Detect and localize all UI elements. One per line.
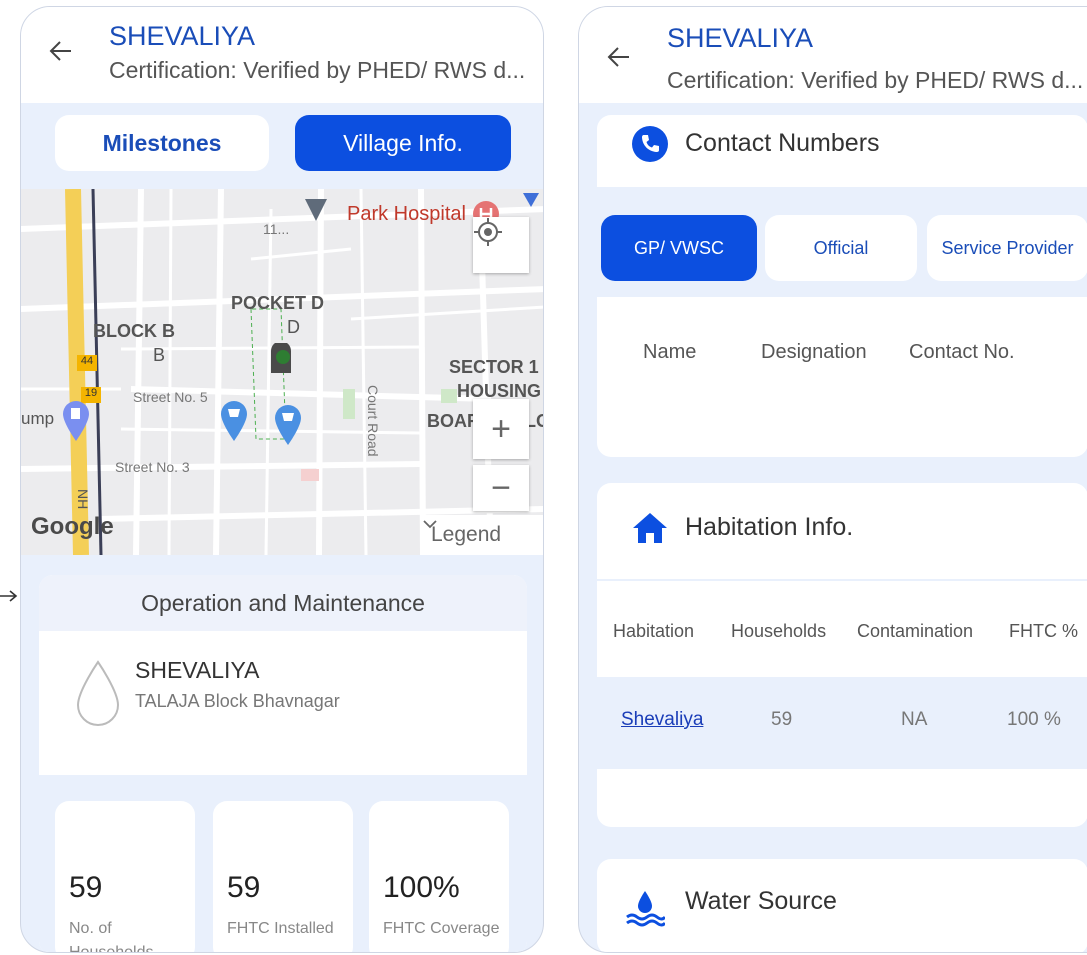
- chevron-down-icon: [423, 520, 437, 529]
- map-label-pocket-d: POCKET D: [231, 293, 325, 313]
- tab-milestones[interactable]: Milestones: [55, 115, 269, 171]
- tab-gp-vwsc[interactable]: GP/ VWSC: [601, 215, 757, 281]
- back-arrow-icon[interactable]: [47, 37, 75, 65]
- stat-fhtc-installed: 59 FHTC Installed: [213, 801, 353, 952]
- om-village-name: SHEVALIYA: [135, 657, 260, 683]
- hab-col-fhtc: FHTC %: [1009, 621, 1078, 641]
- water-source-title: Water Source: [685, 887, 837, 915]
- om-stats-row: 59 No. of Households 59 FHTC Installed 1…: [39, 775, 527, 953]
- hab-col-habitation: Habitation: [613, 621, 695, 641]
- stat-fhtc-coverage: 100% FHTC Coverage: [369, 801, 509, 952]
- shopping-pin-icon: [221, 401, 247, 441]
- page-title: SHEVALIYA: [109, 21, 256, 51]
- village-marker-icon: [271, 343, 291, 373]
- hab-fhtc-value: 100 %: [1007, 709, 1061, 730]
- certification-subtitle: Certification: Verified by PHED/ RWS d..…: [109, 57, 526, 83]
- operation-maintenance-card: Operation and Maintenance SHEVALIYA TALA…: [39, 575, 527, 953]
- route-badge-44: 44: [77, 355, 97, 371]
- app-header-right: SHEVALIYA Certification: Verified by PHE…: [579, 7, 1087, 103]
- stat-fhtc-coverage-label: FHTC Coverage: [383, 920, 500, 937]
- table-row: Shevaliya 59 NA 100 %: [597, 677, 1087, 769]
- map-label-street5: Street No. 5: [133, 389, 208, 405]
- water-source-icon: [626, 891, 665, 927]
- map-label-nh: NH: [75, 489, 91, 510]
- zoom-in-button[interactable]: +: [473, 399, 529, 459]
- map-label-ump: ump: [21, 409, 55, 428]
- home-icon: [633, 513, 667, 543]
- back-arrow-icon[interactable]: [605, 43, 633, 71]
- water-source-card: Water Source: [597, 859, 1087, 952]
- stat-fhtc-coverage-value: 100%: [383, 871, 460, 904]
- hab-households-value: 59: [771, 709, 793, 730]
- om-village-location: TALAJA Block Bhavnagar: [135, 691, 340, 711]
- village-map[interactable]: Park Hospital 11... POCKET D D BLOCK B B…: [21, 189, 543, 555]
- direction-pin-icon: [305, 199, 327, 221]
- app-header: SHEVALIYA Certification: Verified by PHE…: [21, 7, 543, 103]
- page-title-right: SHEVALIYA: [667, 23, 814, 53]
- zoom-out-button[interactable]: −: [473, 465, 529, 511]
- map-label-pocket-d-sub: D: [287, 317, 300, 337]
- contact-col-contact: Contact No.: [909, 341, 1015, 363]
- stat-households-value: 59: [69, 871, 103, 904]
- tab-village-info[interactable]: Village Info.: [295, 115, 511, 171]
- water-drop-icon: [76, 660, 120, 726]
- habitation-info-title: Habitation Info.: [685, 513, 854, 541]
- contact-col-name: Name: [643, 341, 697, 363]
- nav-arrow-icon: [523, 193, 539, 207]
- contact-numbers-card: Contact Numbers GP/ VWSC Official Servic…: [597, 115, 1087, 457]
- map-label-court-road: Court Road: [365, 385, 381, 457]
- hab-col-contamination: Contamination: [857, 621, 974, 641]
- stat-households: 59 No. of Households: [55, 801, 195, 953]
- map-label-street3: Street No. 3: [115, 459, 190, 475]
- certification-subtitle-right: Certification: Verified by PHED/ RWS d..…: [667, 67, 1084, 93]
- contact-col-designation: Designation: [761, 341, 867, 363]
- village-contacts-screen: SHEVALIYA Certification: Verified by PHE…: [578, 6, 1087, 953]
- tab-official[interactable]: Official: [765, 215, 917, 281]
- annotation-arrow-icon: [0, 590, 18, 602]
- shopping-pin-icon-2: [275, 405, 301, 445]
- hab-col-households: Households: [731, 621, 827, 641]
- stat-households-label: No. of Households: [69, 920, 154, 953]
- om-card-title: Operation and Maintenance: [39, 575, 527, 631]
- map-label-block-b-sub: B: [153, 345, 166, 365]
- hab-contamination-value: NA: [901, 709, 928, 730]
- legend-label: Legend: [431, 523, 502, 546]
- map-label-park-hospital: Park Hospital: [347, 203, 466, 225]
- phone-icon: [632, 126, 668, 162]
- map-label-11: 11...: [263, 221, 290, 237]
- map-label-block-b: BLOCK B: [93, 321, 175, 341]
- habitation-info-card: Habitation Info. Habitation Households C…: [597, 483, 1087, 827]
- village-info-screen: SHEVALIYA Certification: Verified by PHE…: [20, 6, 544, 953]
- habitation-link[interactable]: Shevaliya: [621, 709, 703, 731]
- map-label-sector: SECTOR 1: [449, 357, 539, 377]
- google-logo: Google: [31, 513, 114, 540]
- my-location-button[interactable]: [473, 217, 529, 273]
- legend-toggle[interactable]: Legend: [421, 515, 543, 555]
- stat-fhtc-installed-value: 59: [227, 871, 261, 904]
- contact-numbers-title: Contact Numbers: [685, 129, 880, 157]
- tab-service-provider[interactable]: Service Provider: [927, 215, 1087, 281]
- fuel-pin-icon: [63, 401, 89, 441]
- divider: [597, 579, 1087, 581]
- crosshair-icon: [474, 218, 502, 246]
- stat-fhtc-installed-label: FHTC Installed: [227, 920, 334, 937]
